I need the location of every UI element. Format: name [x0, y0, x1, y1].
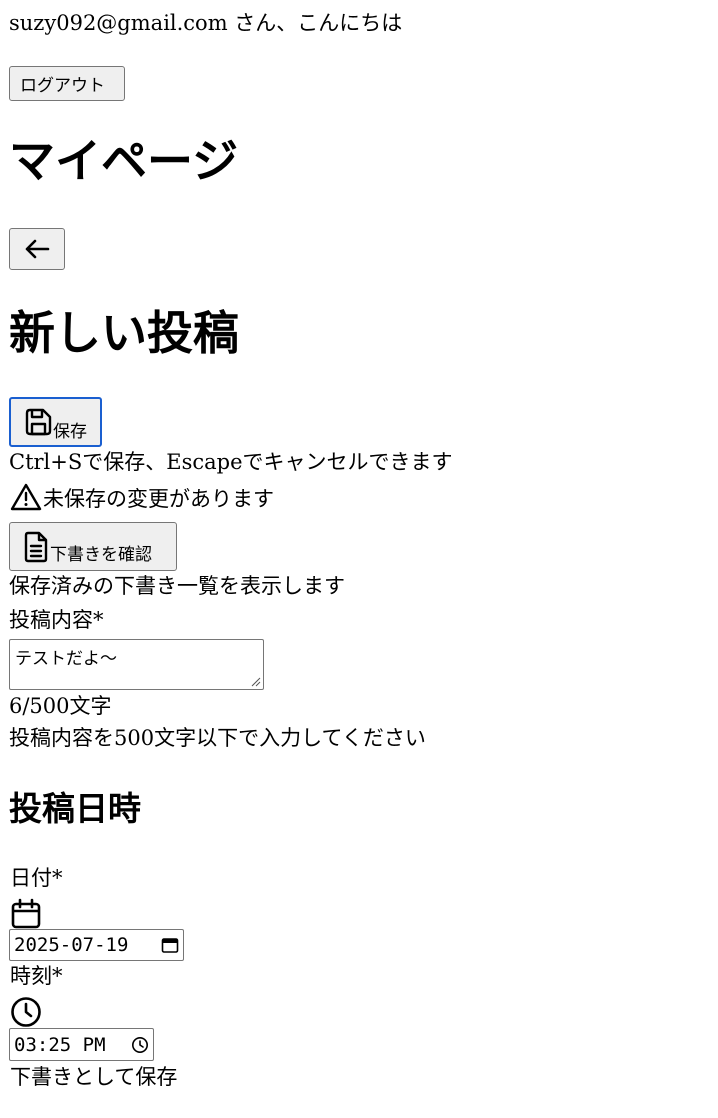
- date-input[interactable]: 2025-07-19: [9, 929, 184, 961]
- content-label-text: 投稿内容: [9, 608, 93, 632]
- logout-button[interactable]: ログアウト: [9, 66, 125, 101]
- datetime-heading: 投稿日時: [9, 789, 141, 828]
- required-mark: *: [93, 608, 104, 632]
- form-title: 新しい投稿: [9, 306, 239, 360]
- floppy-disk-icon: [25, 408, 52, 436]
- date-label: 日付*: [10, 866, 63, 891]
- time-required-mark: *: [52, 964, 63, 988]
- save-as-draft[interactable]: 下書きとして保存: [10, 1065, 177, 1090]
- logout-button-label: ログアウト: [20, 76, 105, 96]
- drafts-hint: 保存済みの下書き一覧を表示します: [9, 574, 345, 598]
- page: suzy092@gmail.com さん、こんにちは ログアウト マイページ 新…: [0, 0, 718, 1118]
- content-textarea-value: テストだよ〜: [15, 649, 117, 669]
- back-button[interactable]: [9, 228, 65, 270]
- content-help: 投稿内容を500文字以下で入力してください: [9, 726, 426, 750]
- save-button-label: 保存: [53, 421, 87, 442]
- time-label-text: 時刻: [10, 964, 52, 988]
- time-label: 時刻*: [10, 964, 63, 989]
- content-label: 投稿内容*: [9, 608, 104, 633]
- time-input[interactable]: 03:25 PM: [9, 1028, 154, 1061]
- date-input-value: 2025-07-19: [14, 934, 129, 956]
- warning-triangle-icon: [10, 483, 42, 511]
- clock-icon: [11, 997, 41, 1027]
- document-icon: [24, 531, 48, 562]
- view-drafts-button[interactable]: 下書きを確認: [9, 522, 177, 571]
- date-picker-icon[interactable]: [161, 936, 179, 954]
- char-count: 6/500文字: [9, 694, 112, 718]
- save-button[interactable]: 保存: [9, 397, 102, 447]
- calendar-icon: [11, 898, 41, 929]
- unsaved-warning: 未保存の変更があります: [9, 482, 274, 512]
- date-label-text: 日付: [10, 866, 52, 890]
- time-picker-icon[interactable]: [131, 1036, 149, 1054]
- time-input-value: 03:25 PM: [14, 1033, 106, 1056]
- page-title: マイページ: [9, 134, 239, 188]
- date-required-mark: *: [52, 866, 63, 890]
- arrow-left-icon: [25, 239, 50, 259]
- content-textarea[interactable]: テストだよ〜: [9, 639, 264, 690]
- greeting-text: suzy092@gmail.com さん、こんにちは: [9, 11, 403, 35]
- shortcut-hint: Ctrl+Sで保存、Escapeでキャンセルできます: [9, 450, 453, 474]
- unsaved-warning-text: 未保存の変更があります: [43, 486, 274, 511]
- resize-grip-icon[interactable]: [251, 677, 261, 687]
- view-drafts-label: 下書きを確認: [50, 545, 152, 565]
